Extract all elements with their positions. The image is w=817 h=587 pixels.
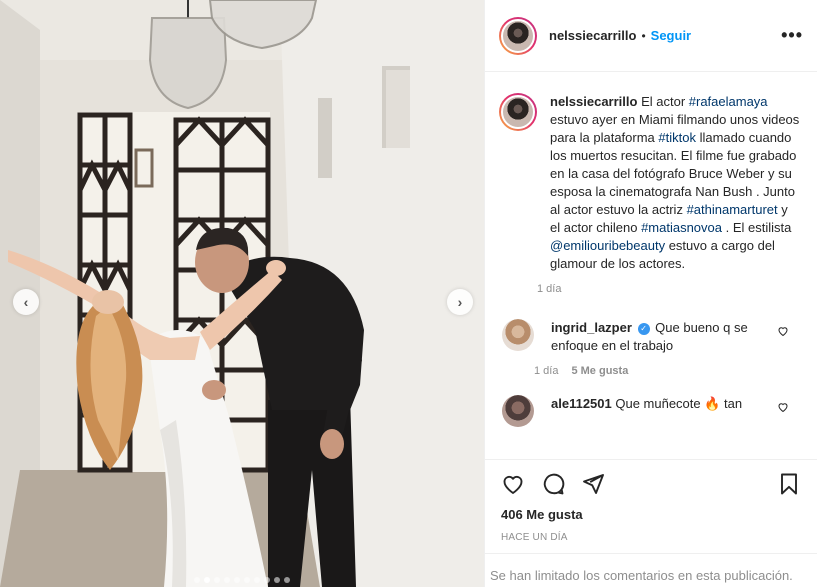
comment-time[interactable]: 1 día	[534, 365, 558, 377]
post-caption: nelssiecarrillo El actor #rafaelamaya es…	[499, 93, 803, 295]
bookmark-icon[interactable]	[777, 472, 801, 496]
follow-button[interactable]: Seguir	[651, 28, 691, 43]
post-header: nelssiecarrillo • Seguir •••	[485, 0, 817, 72]
carousel-dot	[254, 577, 260, 583]
carousel-dot	[214, 577, 220, 583]
separator-dot: •	[641, 28, 646, 43]
carousel-dot	[234, 577, 240, 583]
caption-text-part: . El estilista	[722, 220, 792, 235]
avatar[interactable]	[499, 16, 537, 55]
comment-username[interactable]: ale112501	[551, 396, 612, 411]
share-icon[interactable]	[581, 472, 605, 496]
comment-text: ale112501 Que muñecote 🔥 tan	[551, 395, 771, 413]
caption-time[interactable]: 1 día	[537, 283, 561, 295]
caption-text-part: El actor	[641, 94, 689, 109]
list-item: ale112501 Que muñecote 🔥 tan	[499, 395, 803, 427]
post-actions: 406 Me gusta Hace un día	[485, 459, 817, 543]
comment-text: ingrid_lazper ✓ Que bueno q se enfoque e…	[551, 319, 771, 355]
caption-meta: 1 día	[537, 283, 800, 295]
comment-icon[interactable]	[541, 472, 565, 496]
action-bar	[501, 470, 801, 498]
carousel-dot	[274, 577, 280, 583]
carousel-next-button[interactable]: ›	[447, 289, 473, 315]
avatar[interactable]	[499, 93, 537, 131]
avatar[interactable]	[502, 395, 534, 427]
hashtag-link[interactable]: #tiktok	[658, 130, 696, 145]
comment-like-icon[interactable]	[777, 325, 789, 337]
carousel-dot	[204, 577, 210, 583]
heart-icon[interactable]	[501, 472, 525, 496]
more-options-icon[interactable]: •••	[781, 25, 803, 46]
post-timestamp[interactable]: Hace un día	[501, 532, 801, 543]
post-image	[0, 0, 484, 587]
comment-body: Que muñecote 🔥 tan	[611, 396, 743, 411]
like-count[interactable]: 406 Me gusta	[501, 507, 801, 522]
hashtag-link[interactable]: #rafaelamaya	[689, 94, 768, 109]
post-username[interactable]: nelssiecarrillo	[549, 28, 636, 43]
hashtag-link[interactable]: #athinamarturet	[687, 202, 778, 217]
post-photo[interactable]: ‹ ›	[0, 0, 484, 587]
post-side-panel: nelssiecarrillo • Seguir ••• nelssiecarr…	[484, 0, 817, 587]
comment-likes[interactable]: 5 Me gusta	[571, 365, 628, 377]
carousel-dot	[264, 577, 270, 583]
avatar[interactable]	[502, 319, 534, 351]
carousel-prev-button[interactable]: ‹	[13, 289, 39, 315]
mention-link[interactable]: @emiliouribebeauty	[550, 238, 665, 253]
verified-icon: ✓	[637, 322, 650, 335]
comments-list[interactable]: nelssiecarrillo El actor #rafaelamaya es…	[485, 73, 817, 459]
comments-limited-notice: Se han limitado los comentarios en esta …	[485, 553, 817, 587]
caption-username[interactable]: nelssiecarrillo	[550, 94, 637, 109]
carousel-dot	[244, 577, 250, 583]
hashtag-link[interactable]: #matiasnovoa	[641, 220, 722, 235]
carousel-dot	[284, 577, 290, 583]
carousel-dot	[194, 577, 200, 583]
carousel-dot	[224, 577, 230, 583]
comment-meta: 1 día 5 Me gusta	[534, 365, 771, 377]
carousel-indicator	[0, 577, 484, 583]
comment-like-icon[interactable]	[777, 401, 789, 413]
list-item: ingrid_lazper ✓ Que bueno q se enfoque e…	[499, 319, 803, 377]
comment-username[interactable]: ingrid_lazper	[551, 320, 632, 335]
caption-text: nelssiecarrillo El actor #rafaelamaya es…	[550, 93, 800, 273]
